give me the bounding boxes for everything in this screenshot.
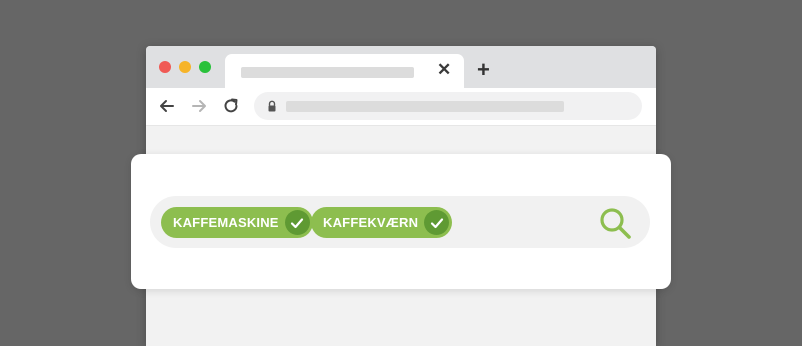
browser-toolbar: [146, 88, 656, 126]
browser-tab[interactable]: ✕: [225, 54, 464, 88]
tab-title-placeholder: [241, 67, 414, 78]
tag-label: KAFFEKVÆRN: [323, 215, 419, 230]
arrow-left-icon[interactable]: [158, 97, 176, 115]
search-input[interactable]: KAFFEMASKINE KAFFEKVÆRN: [150, 196, 650, 248]
url-placeholder: [286, 101, 564, 112]
tag-label: KAFFEMASKINE: [173, 215, 279, 230]
search-icon[interactable]: [598, 206, 632, 240]
address-bar[interactable]: [254, 92, 642, 120]
search-card: KAFFEMASKINE KAFFEKVÆRN: [131, 154, 671, 289]
reload-icon[interactable]: [222, 97, 240, 115]
maximize-window-button[interactable]: [199, 61, 211, 73]
tag-chip[interactable]: KAFFEKVÆRN: [311, 207, 453, 238]
tab-bar: ✕ +: [146, 46, 656, 88]
close-window-button[interactable]: [159, 61, 171, 73]
arrow-right-icon[interactable]: [190, 97, 208, 115]
lock-icon: [268, 100, 276, 112]
minimize-window-button[interactable]: [179, 61, 191, 73]
plus-icon[interactable]: +: [477, 59, 490, 81]
close-icon[interactable]: ✕: [437, 60, 451, 80]
check-icon[interactable]: [284, 210, 310, 235]
tag-chip[interactable]: KAFFEMASKINE: [161, 207, 313, 238]
check-icon[interactable]: [424, 210, 450, 235]
